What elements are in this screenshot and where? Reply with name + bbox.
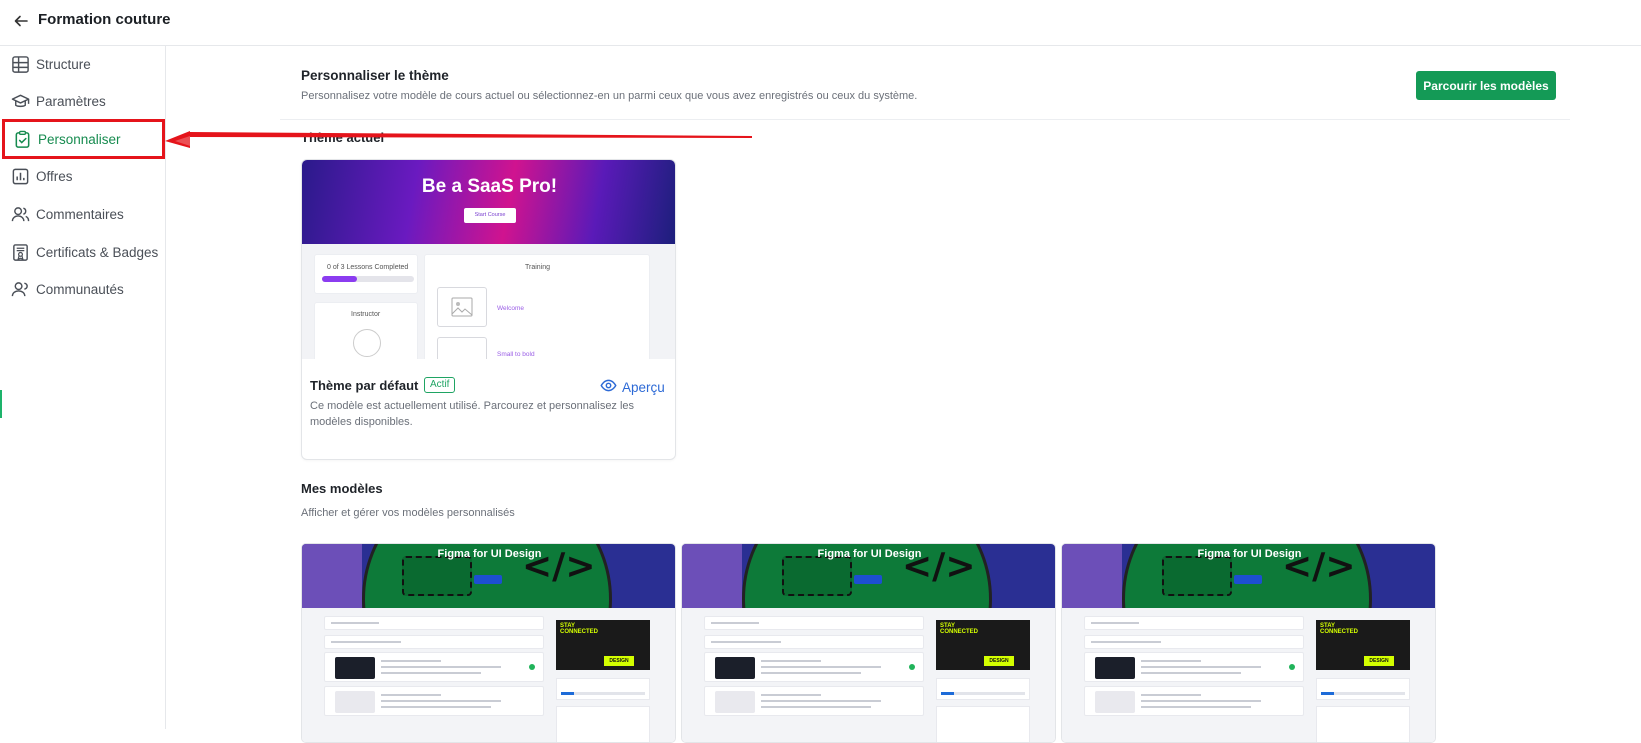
sidebar-item-commentaires[interactable]: Commentaires — [4, 196, 164, 232]
sidebar-item-certificats-badges[interactable]: Certificats & Badges — [4, 234, 164, 270]
my-templates-title: Mes modèles — [301, 481, 383, 496]
preview-progress-box: 0 of 3 Lessons Completed — [314, 254, 418, 294]
preview-start-button: Start Course — [464, 208, 516, 223]
graduation-cap-icon — [10, 91, 30, 111]
preview-instructor-text: Instructor — [351, 311, 381, 318]
page-title: Personnaliser le thème — [301, 68, 449, 83]
community-icon — [10, 279, 30, 299]
sidebar-item-label: Paramètres — [36, 93, 106, 109]
theme-name: Thème par défaut — [310, 378, 419, 393]
preview-progress-text: 0 of 3 Lessons Completed — [327, 264, 409, 271]
clipboard-check-icon — [12, 129, 32, 149]
scroll-indicator — [0, 390, 2, 418]
preview-training-text: Training — [525, 264, 551, 271]
preview-link-label: Aperçu — [622, 379, 665, 395]
sidebar-item-parametres[interactable]: Paramètres — [4, 83, 164, 119]
table-icon — [10, 54, 30, 74]
sidebar-item-label: Commentaires — [36, 206, 124, 222]
certificate-icon — [10, 242, 30, 262]
users-icon — [10, 204, 30, 224]
divider — [280, 119, 1570, 120]
avatar-placeholder-icon — [353, 329, 381, 357]
template-card[interactable]: </> Figma for UI Design STAY CONNECTED D… — [1061, 543, 1436, 743]
preview-instructor-box: Instructor — [314, 302, 418, 359]
page-subtitle: Personnalisez votre modèle de cours actu… — [301, 90, 918, 102]
current-theme-label: Thème actuel — [301, 130, 385, 145]
sidebar: Structure Paramètres Personnaliser Offre… — [0, 46, 166, 729]
course-title: Formation couture — [38, 11, 171, 28]
sidebar-item-label: Structure — [36, 56, 91, 72]
preview-banner-title: Be a SaaS Pro! — [421, 176, 558, 197]
main-content: Personnaliser le thème Personnalisez vot… — [167, 46, 1641, 743]
preview-link[interactable]: Aperçu — [600, 377, 665, 397]
current-theme-card[interactable]: Be a SaaS Pro! Start Course 0 of 3 Lesso… — [301, 159, 676, 460]
template-card[interactable]: </> Figma for UI Design STAY CONNECTED D… — [681, 543, 1056, 743]
template-banner-title: Figma for UI Design — [437, 548, 542, 560]
preview-lesson-link: Welcome — [497, 305, 524, 312]
template-banner: </> Figma for UI Design — [1062, 544, 1435, 608]
sidebar-item-structure[interactable]: Structure — [4, 46, 164, 82]
sidebar-item-label: Offres — [36, 168, 73, 184]
sidebar-item-personnaliser[interactable]: Personnaliser — [2, 119, 165, 159]
theme-preview-banner: Be a SaaS Pro! Start Course — [302, 160, 675, 244]
arrow-left-icon[interactable] — [10, 10, 32, 32]
sidebar-item-label: Certificats & Badges — [36, 244, 159, 260]
preview-training-box: Training Welcome Small to bold — [424, 254, 650, 359]
template-preview-body: STAY CONNECTED DESIGN — [302, 608, 675, 742]
image-placeholder-icon — [437, 287, 487, 327]
sidebar-item-label: Personnaliser — [38, 131, 121, 147]
sidebar-item-communautes[interactable]: Communautés — [4, 271, 164, 307]
template-preview-body: STAY CONNECTED DESIGN — [682, 608, 1055, 742]
template-preview-body: STAY CONNECTED DESIGN — [1062, 608, 1435, 742]
template-poster: STAY CONNECTED DESIGN — [936, 620, 1030, 670]
preview-progress-bar — [322, 276, 414, 282]
template-poster: STAY CONNECTED DESIGN — [556, 620, 650, 670]
my-templates-subtitle: Afficher et gérer vos modèles personnali… — [301, 507, 515, 519]
sidebar-item-offres[interactable]: Offres — [4, 158, 164, 194]
preview-progress-fill — [322, 276, 357, 282]
bar-chart-icon — [10, 166, 30, 186]
template-banner: </> Figma for UI Design — [682, 544, 1055, 608]
theme-preview-body: 0 of 3 Lessons Completed Instructor Trai… — [302, 244, 675, 359]
template-card[interactable]: </> Figma for UI Design STAY CONNECTED D… — [301, 543, 676, 743]
template-poster: STAY CONNECTED DESIGN — [1316, 620, 1410, 670]
top-bar: Formation couture — [0, 0, 1641, 46]
sidebar-item-label: Communautés — [36, 281, 124, 297]
theme-description: Ce modèle est actuellement utilisé. Parc… — [310, 400, 635, 428]
template-banner: </> Figma for UI Design — [302, 544, 675, 608]
image-placeholder-icon — [437, 337, 487, 359]
browse-templates-button[interactable]: Parcourir les modèles — [1416, 71, 1556, 100]
status-badge: Actif — [424, 377, 456, 393]
eye-icon — [600, 377, 622, 397]
preview-lesson-link: Small to bold — [497, 351, 535, 358]
template-banner-title: Figma for UI Design — [1197, 548, 1302, 560]
template-banner-title: Figma for UI Design — [817, 548, 922, 560]
